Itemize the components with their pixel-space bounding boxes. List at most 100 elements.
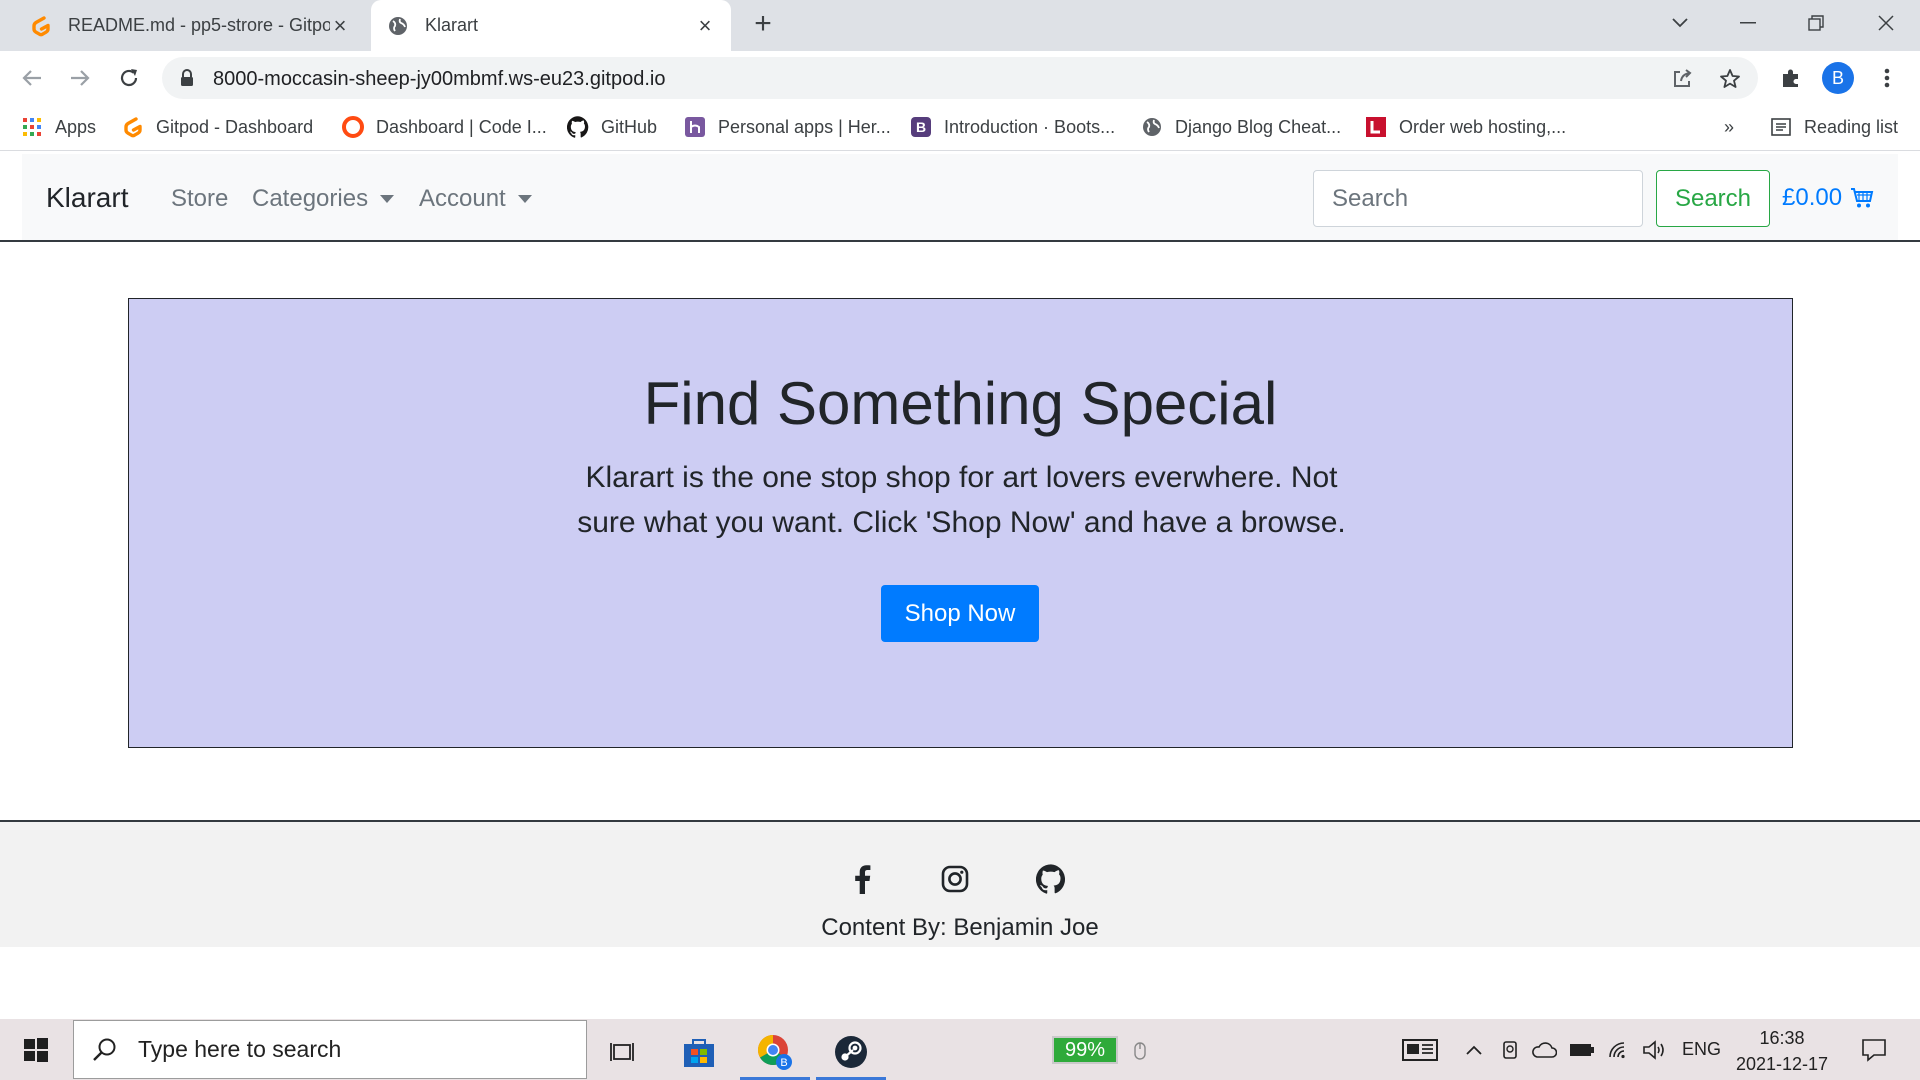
- bookmark-gitpod-dashboard[interactable]: Gitpod - Dashboard: [122, 114, 313, 140]
- tab-title: Klarart: [425, 15, 479, 35]
- battery-meter[interactable]: 99%: [1052, 1036, 1118, 1064]
- taskbar-search-box[interactable]: Type here to search: [73, 1020, 587, 1079]
- share-icon[interactable]: [1670, 67, 1694, 91]
- profile-avatar[interactable]: B: [1822, 62, 1854, 94]
- clock-time: 16:38: [1759, 1028, 1805, 1048]
- github-icon: [567, 116, 589, 138]
- shop-now-button[interactable]: Shop Now: [881, 585, 1039, 642]
- notification-center-icon[interactable]: [1856, 1037, 1892, 1063]
- gitpod-icon: [122, 116, 144, 138]
- tab-title: README.md - pp5-strore - Gitpo: [68, 15, 330, 35]
- bookmark-web-hosting[interactable]: Order web hosting,...: [1365, 114, 1566, 140]
- windows-start-icon[interactable]: [16, 1033, 56, 1067]
- bookmark-github[interactable]: GitHub: [567, 114, 657, 140]
- bookmark-heroku[interactable]: Personal apps | Her...: [684, 114, 891, 140]
- chrome-taskbar-icon[interactable]: B: [740, 1023, 810, 1080]
- bookmark-star-icon[interactable]: [1718, 67, 1742, 91]
- apps-grid-icon: [21, 116, 43, 138]
- language-indicator[interactable]: ENG: [1682, 1039, 1721, 1060]
- address-bar[interactable]: 8000-moccasin-sheep-jy00mbmf.ws-eu23.git…: [162, 57, 1758, 99]
- caret-down-icon: [380, 195, 395, 203]
- close-window-button[interactable]: [1866, 6, 1906, 40]
- steam-icon[interactable]: [816, 1023, 886, 1080]
- more-menu-icon[interactable]: [1870, 61, 1904, 95]
- bootstrap-icon: B: [910, 116, 932, 138]
- bookmark-label: Gitpod - Dashboard: [156, 116, 314, 137]
- system-clock[interactable]: 16:38 2021-12-17: [1734, 1025, 1830, 1077]
- browser-toolbar: 8000-moccasin-sheep-jy00mbmf.ws-eu23.git…: [0, 51, 1920, 104]
- shopping-cart-icon: [1850, 187, 1874, 209]
- bookmark-label: Dashboard | Code I...: [376, 116, 547, 137]
- brand-logo[interactable]: Klarart: [46, 182, 128, 214]
- globe-icon: [387, 15, 409, 37]
- new-tab-button[interactable]: +: [748, 9, 778, 40]
- chevron-up-icon[interactable]: [1460, 1037, 1488, 1063]
- nav-account-dropdown[interactable]: Account: [419, 185, 532, 213]
- globe-icon: [1141, 116, 1163, 138]
- mouse-indicator-icon[interactable]: [1126, 1037, 1154, 1063]
- reload-icon[interactable]: [112, 61, 146, 95]
- navbar-divider: [0, 240, 1920, 242]
- bookmark-label: Personal apps | Her...: [718, 116, 891, 137]
- github-icon[interactable]: [1034, 862, 1068, 896]
- nav-categories-dropdown[interactable]: Categories: [252, 185, 395, 213]
- footer-credit: Content By: Benjamin Joe: [821, 914, 1099, 941]
- bookmark-label: Order web hosting,...: [1399, 116, 1567, 137]
- forward-arrow-icon[interactable]: [63, 61, 97, 95]
- clock-date: 2021-12-17: [1735, 1054, 1829, 1074]
- bookmark-django-cheatsheet[interactable]: Django Blog Cheat...: [1141, 114, 1341, 140]
- svg-text:B: B: [916, 119, 926, 135]
- reading-list-icon: [1770, 116, 1792, 138]
- search-input[interactable]: [1313, 170, 1643, 227]
- back-arrow-icon[interactable]: [15, 61, 49, 95]
- taskbar-search-placeholder: Type here to search: [138, 1036, 342, 1062]
- nav-categories-label: Categories: [252, 185, 369, 212]
- hero-banner: Find Something Special Klarart is the on…: [128, 298, 1793, 748]
- nav-store[interactable]: Store: [171, 185, 228, 213]
- cart-total: £0.00: [1782, 184, 1843, 211]
- code-institute-icon: [342, 116, 364, 138]
- reading-list-label: Reading list: [1804, 116, 1899, 137]
- hero-text: Klarart is the one stop shop for art lov…: [577, 461, 1346, 539]
- meet-now-icon[interactable]: [1496, 1037, 1524, 1063]
- bookmark-label: Introduction · Boots...: [944, 116, 1116, 137]
- bookmark-apps[interactable]: Apps: [21, 114, 96, 140]
- news-widget-icon[interactable]: [1400, 1037, 1440, 1063]
- restore-button[interactable]: [1796, 6, 1836, 40]
- tab-search-chevron-icon[interactable]: [1660, 6, 1700, 40]
- close-icon[interactable]: ×: [695, 14, 715, 36]
- battery-icon[interactable]: [1568, 1037, 1596, 1063]
- hero-title: Find Something Special: [643, 370, 1278, 437]
- onedrive-cloud-icon[interactable]: [1530, 1037, 1558, 1063]
- site-navbar: Klarart Store Categories Account Search …: [22, 154, 1898, 240]
- bookmarks-bar: Apps Gitpod - Dashboard Dashboard | Code…: [0, 104, 1920, 151]
- wifi-icon[interactable]: [1605, 1037, 1633, 1063]
- browser-tab-strip: README.md - pp5-strore - Gitpo × Klarart…: [0, 0, 1920, 51]
- tab-readme[interactable]: README.md - pp5-strore - Gitpo ×: [14, 0, 366, 51]
- search-icon: [92, 1037, 118, 1063]
- bookmarks-overflow-button[interactable]: »: [1724, 114, 1734, 140]
- bookmark-label: Apps: [55, 116, 97, 137]
- svg-text:B: B: [780, 1057, 787, 1069]
- minimize-button[interactable]: [1728, 6, 1768, 40]
- bookmark-bootstrap[interactable]: B Introduction · Boots...: [910, 114, 1115, 140]
- reading-list-button[interactable]: Reading list: [1770, 114, 1898, 140]
- hosting-icon: [1365, 116, 1387, 138]
- gitpod-icon: [30, 15, 52, 37]
- bookmark-code-institute[interactable]: Dashboard | Code I...: [342, 114, 547, 140]
- microsoft-store-icon[interactable]: [664, 1023, 734, 1080]
- cart-link[interactable]: £0.00: [1782, 184, 1874, 212]
- search-button[interactable]: Search: [1656, 170, 1770, 227]
- heroku-icon: [684, 116, 706, 138]
- bookmark-label: GitHub: [601, 116, 658, 137]
- instagram-icon[interactable]: [938, 862, 972, 896]
- nav-account-label: Account: [419, 185, 506, 212]
- extensions-puzzle-icon[interactable]: [1774, 61, 1808, 95]
- task-view-icon[interactable]: [589, 1023, 659, 1080]
- nav-store-label: Store: [171, 185, 229, 212]
- caret-down-icon: [517, 195, 532, 203]
- tab-klarart[interactable]: Klarart ×: [371, 0, 731, 51]
- speaker-volume-icon[interactable]: [1640, 1037, 1668, 1063]
- close-icon[interactable]: ×: [330, 14, 350, 36]
- facebook-icon[interactable]: [845, 862, 879, 896]
